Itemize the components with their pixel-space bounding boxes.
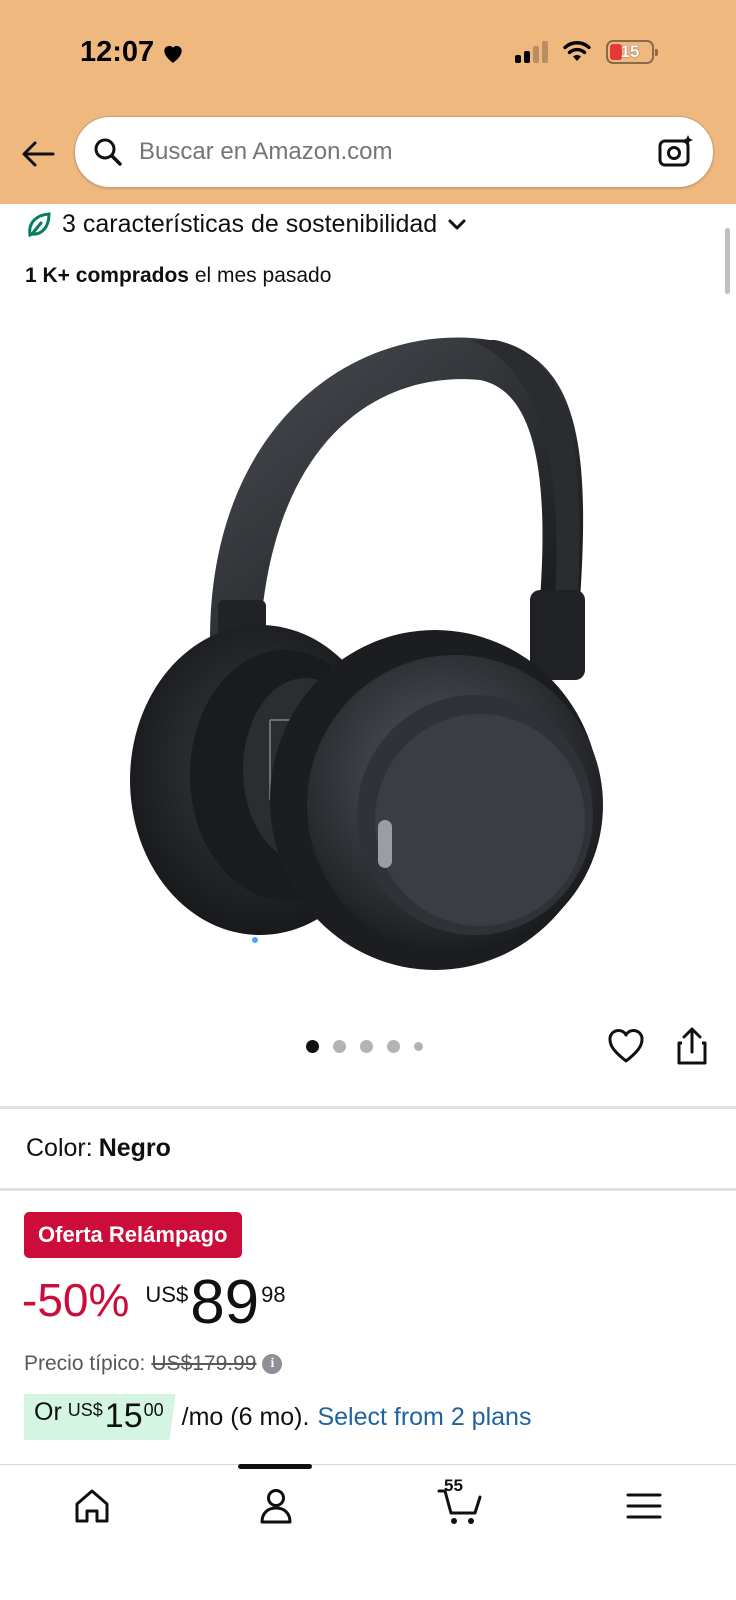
discount-percent: -50% [22, 1274, 130, 1326]
share-icon[interactable] [674, 1026, 710, 1066]
heart-icon [164, 45, 182, 63]
search-icon [94, 138, 122, 166]
sustainability-toggle[interactable]: 3 características de sostenibilidad [26, 210, 467, 239]
price-whole: 89 [190, 1268, 260, 1337]
cart-count-badge: 55 [444, 1476, 463, 1495]
battery-icon: 15 [606, 40, 658, 64]
pagination-dot[interactable] [414, 1042, 423, 1051]
color-selector[interactable]: Color: Negro [26, 1134, 171, 1163]
price-currency: US$ [145, 1282, 189, 1307]
scrollbar[interactable] [725, 228, 730, 294]
pagination-dot[interactable] [333, 1040, 346, 1053]
signal-icon [515, 41, 548, 63]
color-label: Color: [26, 1134, 93, 1162]
typical-price-value: US$179.99 [151, 1352, 257, 1375]
installment-badge: Or US$ 15 00 [24, 1394, 176, 1440]
nav-home-button[interactable] [68, 1482, 116, 1530]
pagination-dot[interactable] [360, 1040, 373, 1053]
header: 12:07 15 [0, 0, 736, 204]
section-divider [0, 1106, 736, 1109]
status-indicators: 15 [515, 40, 658, 64]
price-block: -50% US$ 89 98 [22, 1270, 286, 1336]
purchase-count: 1 K+ comprados el mes pasado [25, 264, 331, 288]
menu-icon [626, 1493, 662, 1519]
installment-suffix: /mo (6 mo). [181, 1402, 310, 1431]
image-pagination[interactable] [306, 1040, 423, 1053]
pagination-dot[interactable] [387, 1040, 400, 1053]
back-button[interactable] [18, 134, 58, 174]
status-time: 12:07 [80, 36, 186, 69]
deal-badge: Oferta Relámpago [24, 1212, 242, 1258]
section-divider [0, 1188, 736, 1191]
leaf-icon [28, 211, 51, 237]
price-fraction: 98 [261, 1282, 286, 1307]
user-icon [260, 1489, 292, 1524]
typical-price: Precio típico: US$179.99 i [24, 1352, 283, 1376]
color-value: Negro [98, 1134, 171, 1162]
active-tab-indicator [238, 1464, 312, 1469]
product-image[interactable] [100, 300, 640, 990]
purchase-count-value: 1 K+ comprados [25, 264, 189, 287]
installment-whole: 15 [104, 1397, 143, 1435]
installment-prefix: Or [34, 1398, 62, 1426]
select-plans-link[interactable]: Select from 2 plans [317, 1403, 531, 1432]
heart-icon[interactable] [606, 1026, 646, 1066]
search-bar[interactable] [74, 116, 714, 188]
installment-plan: Or US$ 15 00 /mo (6 mo). Select from 2 p… [24, 1394, 531, 1440]
nav-menu-button[interactable] [620, 1482, 668, 1530]
pagination-dot[interactable] [306, 1040, 319, 1053]
search-input[interactable] [139, 138, 657, 166]
typical-price-label: Precio típico: [24, 1352, 146, 1375]
wifi-icon [563, 41, 591, 61]
home-icon [75, 1489, 109, 1523]
arrow-left-icon [22, 141, 55, 167]
info-icon[interactable]: i [262, 1354, 283, 1374]
installment-currency: US$ [67, 1400, 103, 1420]
battery-level: 15 [620, 42, 640, 61]
chevron-down-icon [448, 219, 466, 229]
camera-search-icon[interactable] [657, 133, 695, 171]
purchase-count-suffix: el mes pasado [194, 264, 332, 287]
sustainability-label: 3 características de sostenibilidad [62, 210, 438, 238]
installment-fraction: 00 [143, 1400, 164, 1420]
clock-text: 12:07 [80, 36, 155, 68]
nav-account-button[interactable] [252, 1482, 300, 1530]
